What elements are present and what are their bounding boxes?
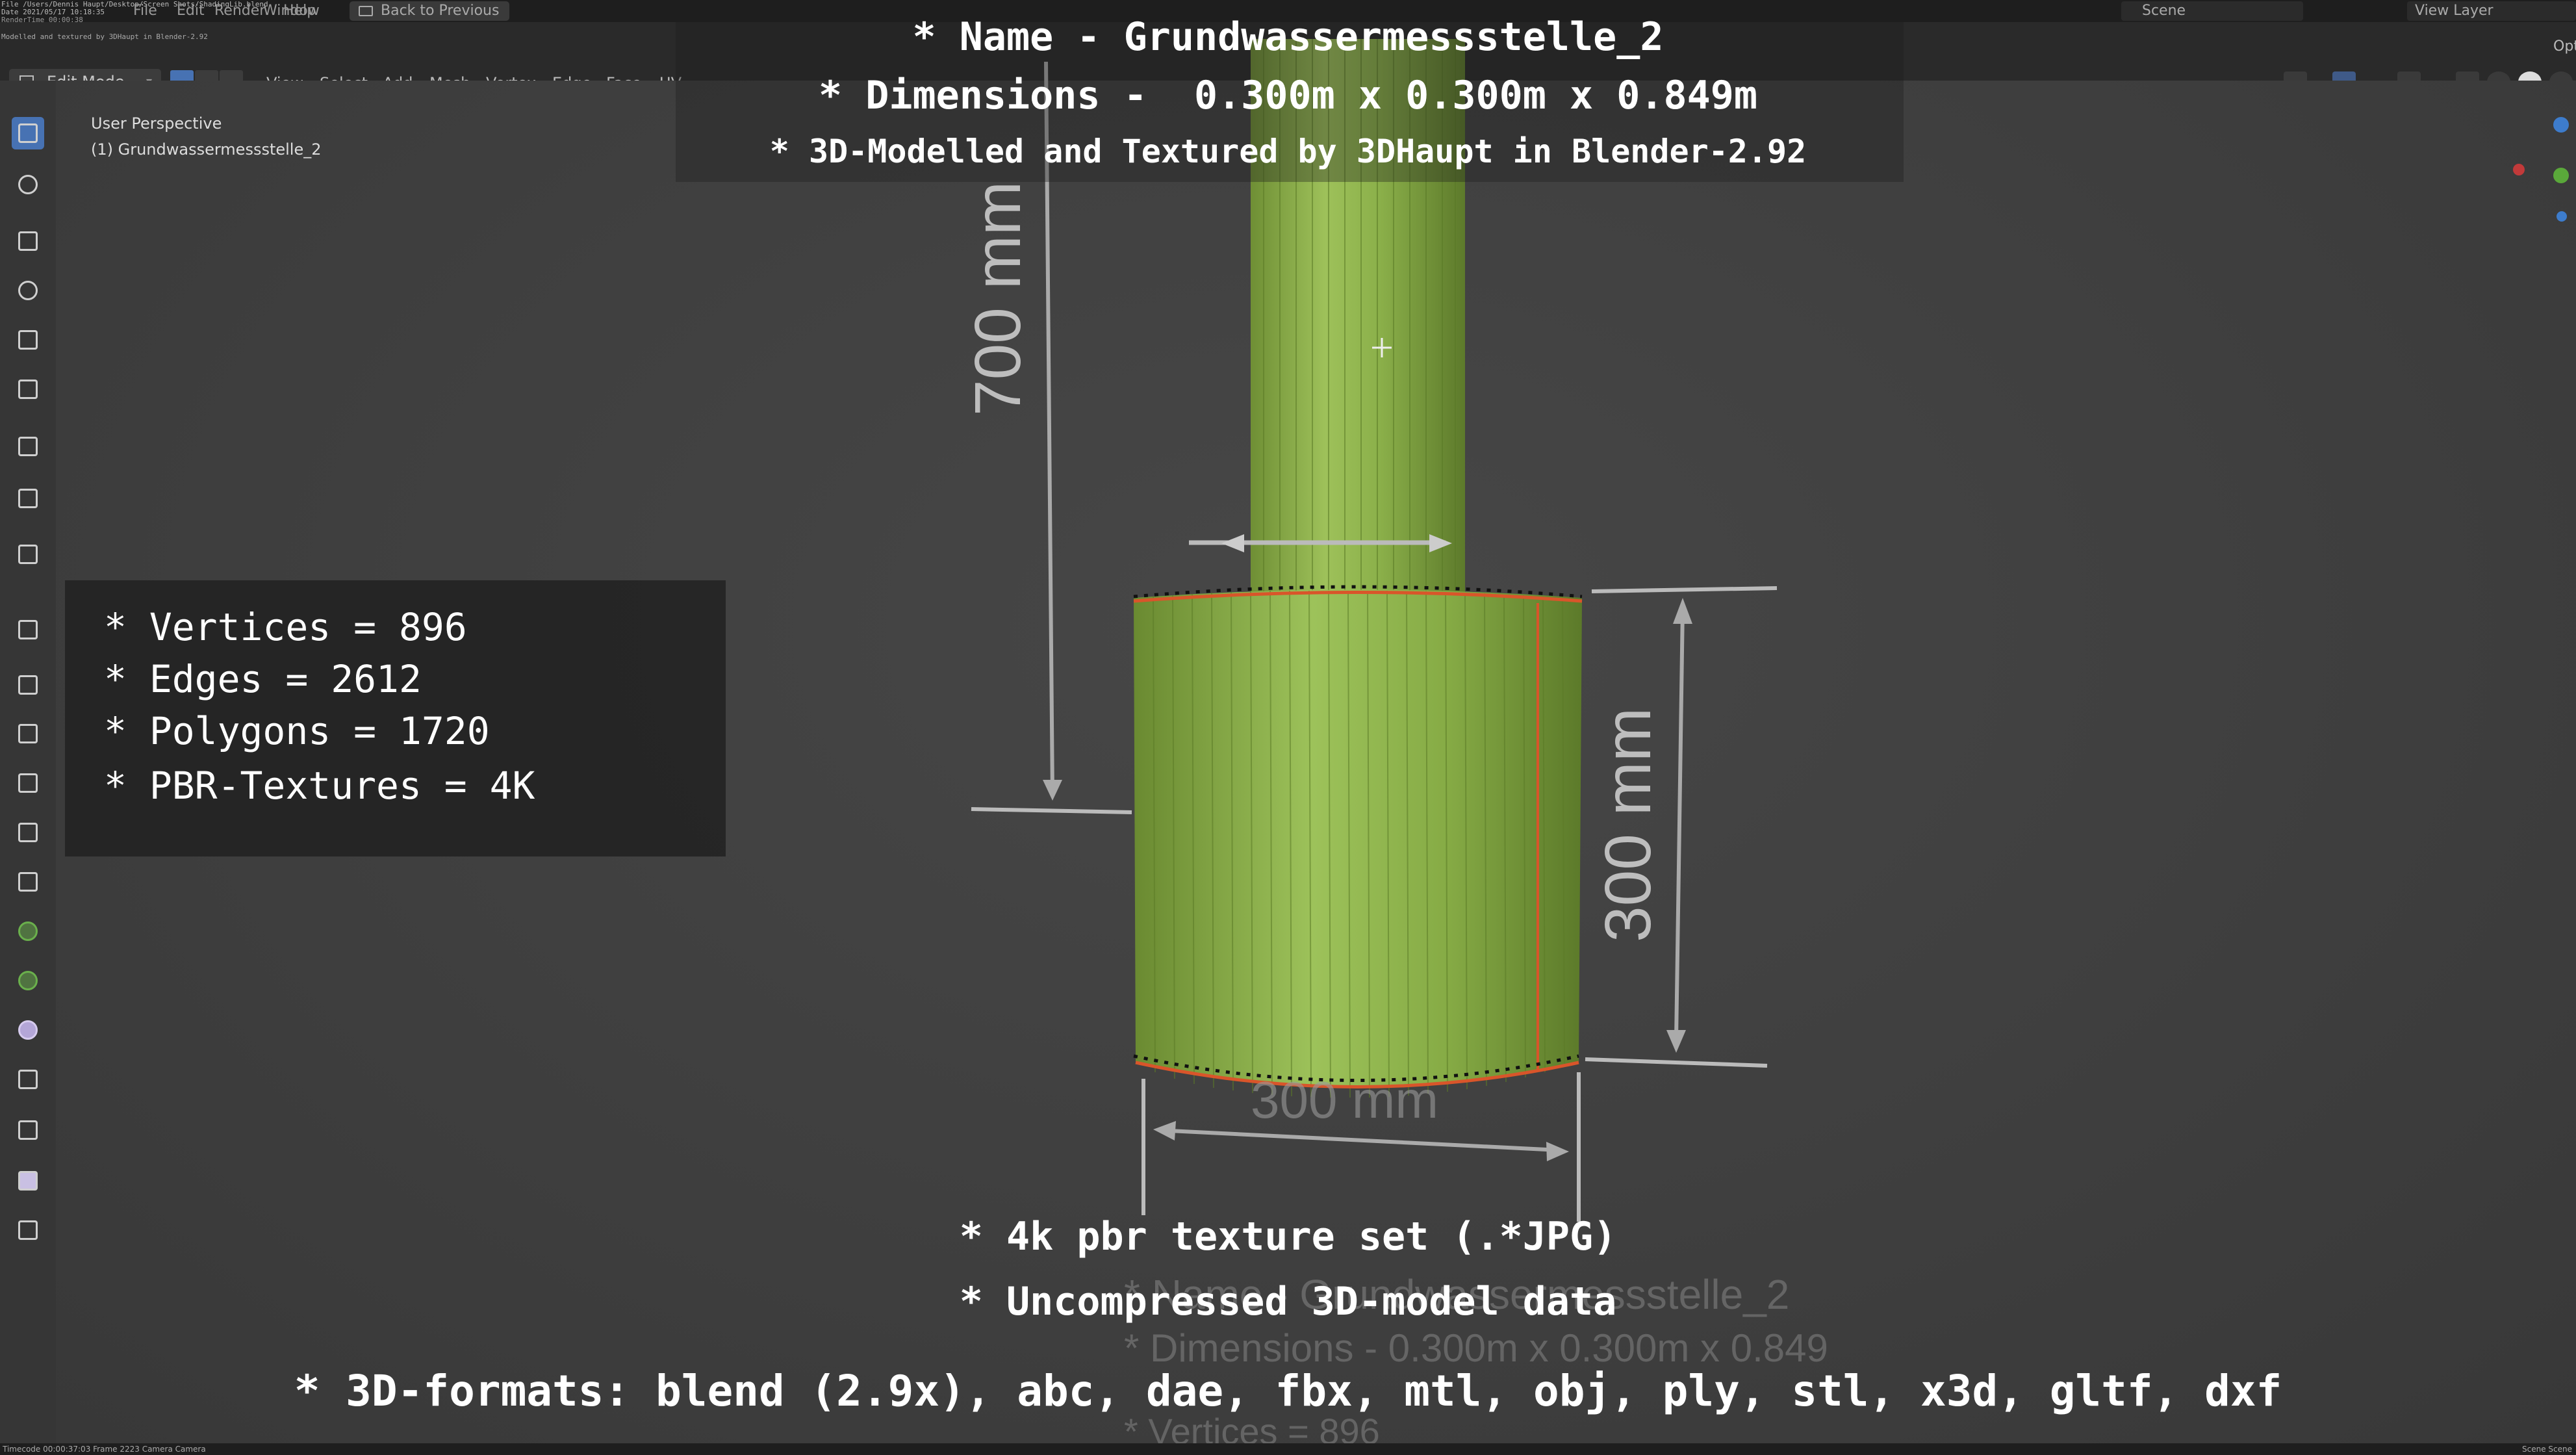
formats-text: * 3D-formats: blend (2.9x), abc, dae, fb…: [294, 1366, 2282, 1416]
gizmo-neg-z-axis[interactable]: [2557, 211, 2567, 222]
status-scene: Scene Scene: [2522, 1445, 2572, 1454]
info-dimensions: * Dimensions - 0.300m x 0.300m x 0.849m: [819, 73, 1757, 118]
dimension-300mm-width: 300 mm: [1141, 1071, 1581, 1222]
dim-label-300-width: 300 mm: [1251, 1071, 1438, 1129]
base-mesh: [1133, 585, 1583, 1098]
stat-textures: * PBR-Textures = 4K: [104, 764, 535, 808]
dim-label-300-height: 300 mm: [1592, 708, 1664, 942]
status-bar: Timecode 00:00:37:03 Frame 2223 Camera C…: [0, 1443, 2576, 1455]
stat-vertices: * Vertices = 896: [104, 605, 467, 649]
gizmo-x-axis[interactable]: [2513, 164, 2525, 175]
gizmo-y-axis[interactable]: [2553, 168, 2569, 183]
mesh-stats-panel: * Vertices = 896 * Edges = 2612 * Polygo…: [65, 580, 726, 856]
uncompressed-text: * Uncompressed 3D-model data: [959, 1279, 1617, 1324]
ghost-dimensions-text: * Dimensions - 0.300m x 0.300m x 0.849: [1124, 1326, 1828, 1370]
dim-label-700: 700 mm: [962, 181, 1034, 416]
info-credit: * 3D-Modelled and Textured by 3DHaupt in…: [769, 133, 1807, 170]
stat-edges: * Edges = 2612: [104, 657, 422, 701]
status-timecode: Timecode 00:00:37:03 Frame 2223 Camera C…: [3, 1445, 206, 1454]
stat-polygons: * Polygons = 1720: [104, 709, 490, 753]
gizmo-z-axis[interactable]: [2553, 117, 2569, 133]
texture-set-text: * 4k pbr texture set (.*JPG): [959, 1214, 1617, 1259]
dimension-300mm-height: 300 mm: [1585, 586, 1778, 1068]
info-name: * Name - Grundwassermessstelle_2: [912, 14, 1664, 60]
